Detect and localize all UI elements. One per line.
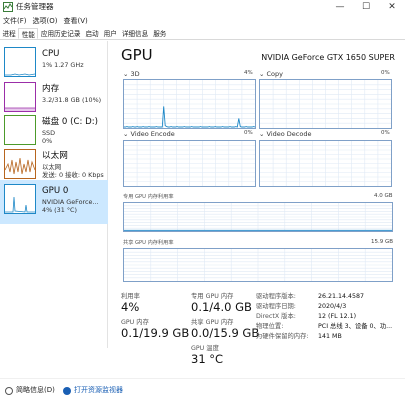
engine-video-encode-graph [123,140,256,187]
info-value: 26.21.14.4587 [318,293,365,300]
tab-users[interactable]: 用户 [101,28,119,39]
gpu-memory-value: 0.1/19.9 GB [121,326,190,340]
dedicated-memory-graph-max: 4.0 GB [374,193,393,199]
menu-options[interactable]: 选项(O) [30,15,61,27]
engine-video-encode-graph-canvas [124,141,255,186]
title-bar: 任务管理器 — ☐ ✕ [0,0,405,14]
shared-memory-graph-max: 15.9 GB [371,239,394,245]
engine-video-decode-graph [259,140,392,187]
dedicated-memory-graph [123,202,393,232]
shared-memory-graph-label: 共享 GPU 内存利用率 [123,240,174,246]
shared-memory-graph [123,248,393,282]
info-key: DirectX 版本: [256,313,296,320]
brief-info-button[interactable]: 简略信息(D) [16,384,55,396]
sidebar-item-label: CPU [42,49,60,59]
shared-memory-graph-canvas [124,249,392,281]
cpu-thumbnail-graph [4,47,36,77]
tab-services[interactable]: 服务 [151,28,169,39]
shared-memory-value: 0.0/15.9 GB [191,326,260,340]
tab-performance[interactable]: 性能 [18,28,39,39]
resource-monitor-icon [63,387,71,395]
engine-copy-graph [259,79,392,129]
gpu-detail-panel: GPU NVIDIA GeForce GTX 1650 SUPER ⌄ 3D 4… [109,41,405,366]
gpu-thumbnail-graph [4,184,36,214]
info-key: 物理位置: [256,323,284,330]
sidebar-item-detail: 发送: 0 接收: 0 Kbps [42,171,104,179]
sidebar-item-detail: 以太网 [42,163,62,171]
sidebar-item-gpu[interactable]: GPU 0 NVIDIA GeForce... 4% (31 °C) [0,180,108,224]
close-button[interactable]: ✕ [379,0,405,14]
sidebar-item-detail: 4% (31 °C) [42,206,77,214]
info-key: 驱动程序日期: [256,303,296,310]
info-key: 为硬件保留的内存: [256,333,309,340]
disk-thumbnail-graph [4,115,36,145]
engine-video-decode-percent: 0% [381,130,390,136]
engine-copy-percent: 0% [381,70,390,76]
sidebar-item-detail: 1% 1.27 GHz [42,61,84,69]
engine-copy-graph-canvas [260,80,391,128]
engine-3d-graph-canvas [124,80,255,128]
engine-video-decode-graph-canvas [260,141,391,186]
engine-copy-name: Copy [266,70,284,78]
dedicated-memory-graph-label: 专用 GPU 内存利用率 [123,194,174,200]
sidebar-item-detail: 3.2/31.8 GB (10%) [42,96,102,104]
sidebar-item-detail: NVIDIA GeForce... [42,198,99,206]
sidebar-item-detail: SSD [42,129,56,137]
sidebar-item-label: GPU 0 [42,186,69,196]
sidebar-item-label: 以太网 [42,151,68,161]
open-resource-monitor-link[interactable]: 打开资源监视器 [74,384,123,396]
engine-3d-label[interactable]: ⌄ 3D [123,70,140,78]
engine-copy-label[interactable]: ⌄ Copy [259,70,283,78]
collapse-chevron-icon[interactable] [5,387,13,395]
tab-bar: 进程 性能 应用历史记录 启动 用户 详细信息 服务 [0,28,405,40]
engine-video-encode-label[interactable]: ⌄ Video Encode [123,130,175,138]
info-value: 141 MB [318,333,342,340]
engine-video-encode-name: Video Encode [130,130,175,138]
sidebar-item-label: 内存 [42,84,60,94]
window-title: 任务管理器 [16,2,54,11]
menu-view[interactable]: 查看(V) [60,15,90,27]
tab-startup[interactable]: 启动 [83,28,101,39]
info-value: PCI 总线 3、设备 0、功... [318,323,393,330]
memory-thumbnail-graph [4,82,36,112]
maximize-button[interactable]: ☐ [353,0,379,14]
sidebar-item-label: 磁盘 0 (C: D:) [42,117,98,127]
minimize-button[interactable]: — [327,0,353,14]
engine-3d-name: 3D [130,70,140,78]
ethernet-thumbnail-graph [4,149,36,179]
sidebar-item-detail: 0% [42,137,53,145]
page-title: GPU [121,46,153,64]
engine-video-encode-percent: 0% [244,130,253,136]
info-value: 2020/4/3 [318,303,347,310]
dedicated-memory-value: 0.1/4.0 GB [191,300,252,314]
dedicated-memory-graph-canvas [124,203,392,231]
info-key: 驱动程序版本: [256,293,296,300]
tab-app-history[interactable]: 应用历史记录 [38,28,83,39]
performance-sidebar: CPU 1% 1.27 GHz 内存 3.2/31.8 GB (10%) 磁盘 … [0,41,108,348]
info-value: 12 (FL 12.1) [318,313,357,320]
engine-video-decode-name: Video Decode [266,130,312,138]
gpu-model-name: NVIDIA GeForce GTX 1650 SUPER [261,53,395,62]
utilization-value: 4% [121,300,140,314]
engine-video-decode-label[interactable]: ⌄ Video Decode [259,130,311,138]
status-footer: 简略信息(D) 打开资源监视器 [0,378,405,405]
engine-3d-graph [123,79,256,129]
gpu-temperature-value: 31 °C [191,352,224,366]
menu-file[interactable]: 文件(F) [0,15,30,27]
tab-processes[interactable]: 进程 [0,28,18,39]
engine-3d-percent: 4% [244,70,253,76]
tab-details[interactable]: 详细信息 [119,28,150,39]
menu-bar: 文件(F) 选项(O) 查看(V) [0,15,91,27]
task-manager-app-icon [3,2,13,12]
